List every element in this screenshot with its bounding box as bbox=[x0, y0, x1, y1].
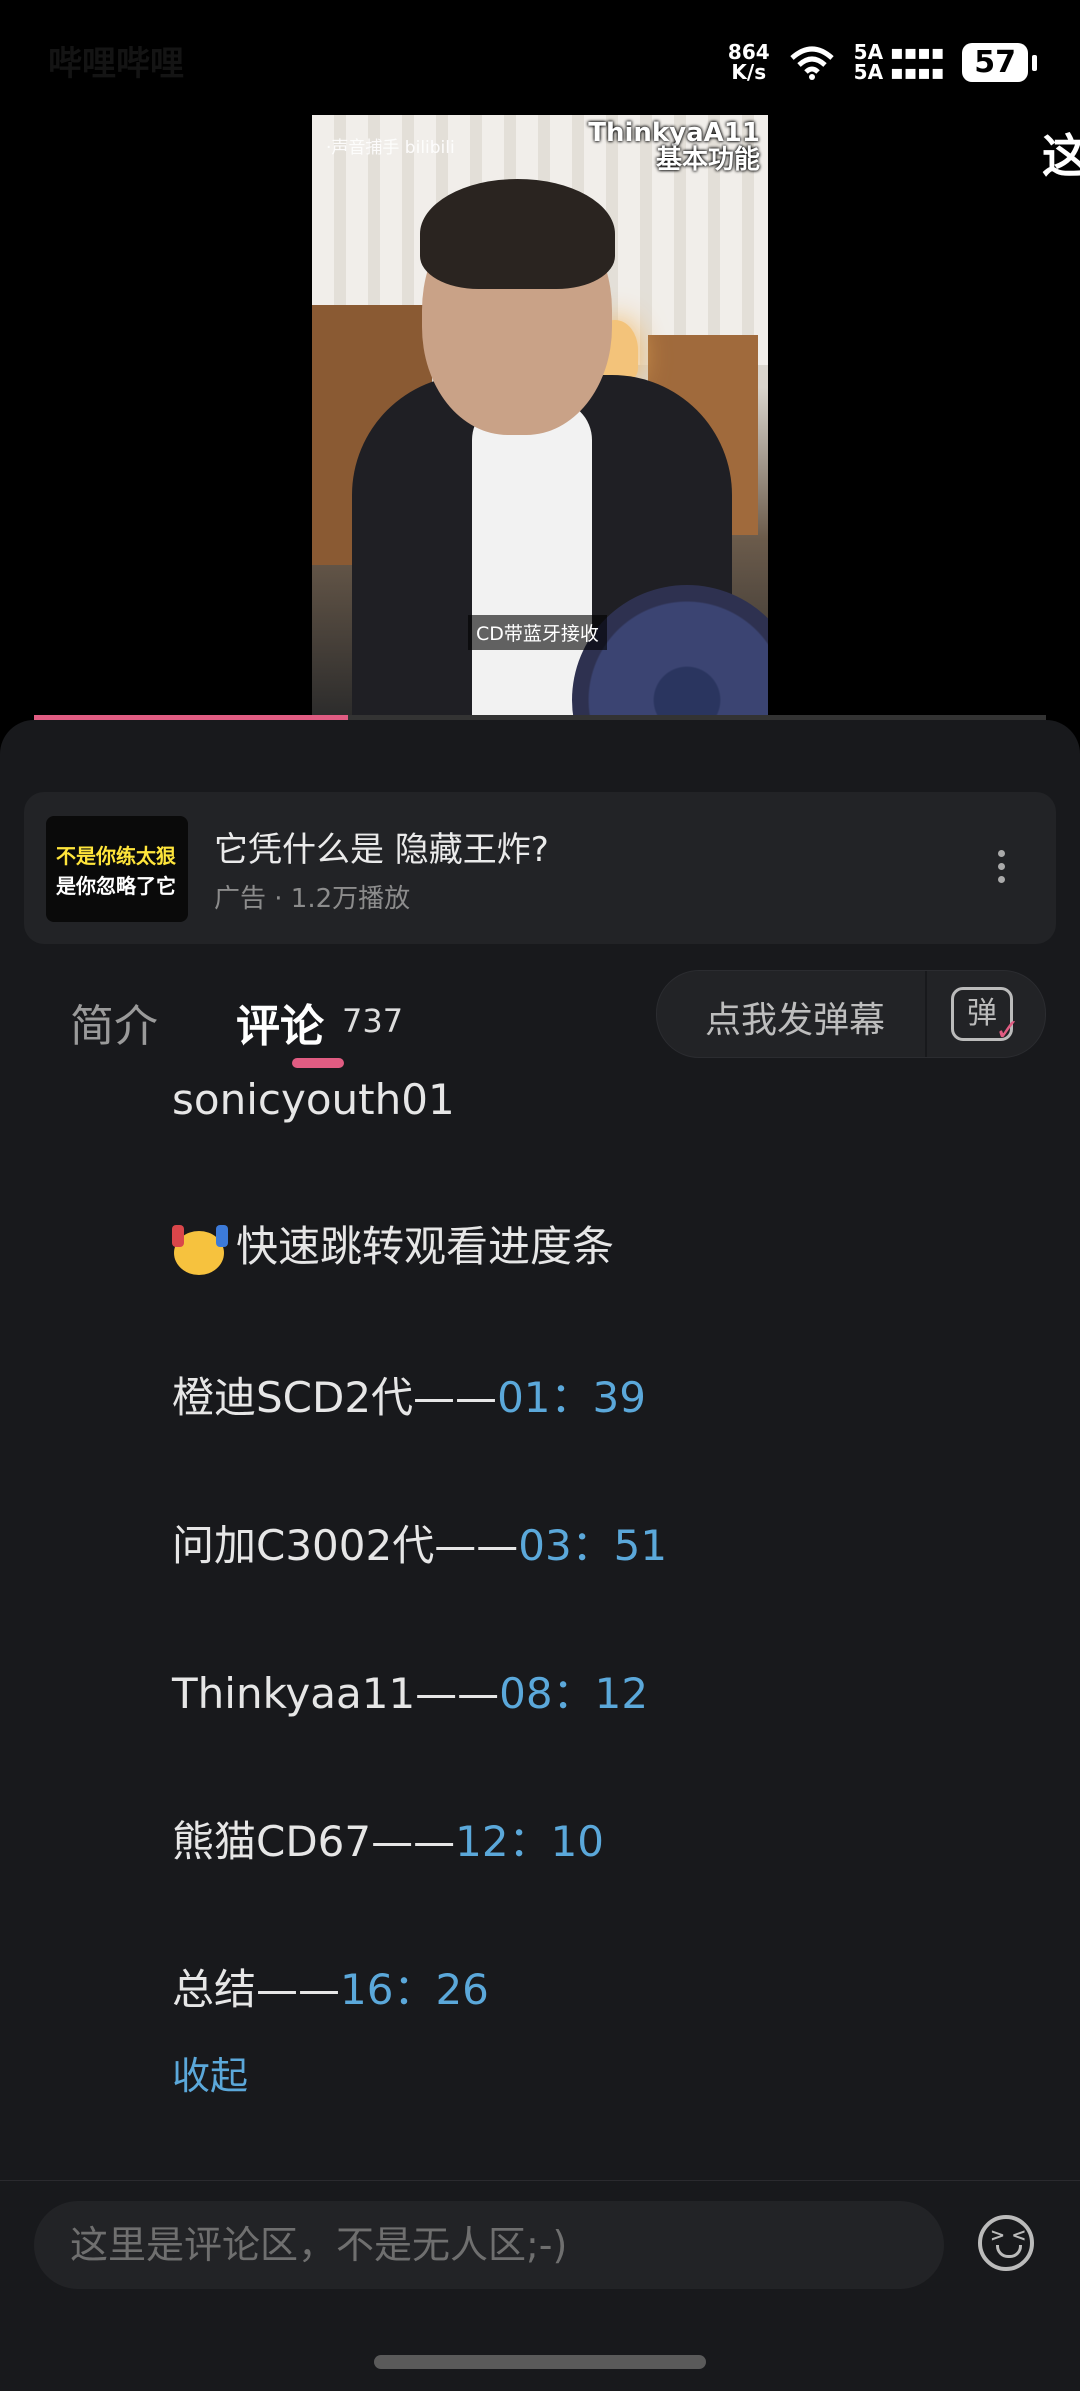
comment-header-line: 快速跳转观看进度条 bbox=[172, 1222, 1032, 1275]
timestamp-link[interactable]: 12：10 bbox=[455, 1817, 604, 1866]
timestamp-link[interactable]: 01：39 bbox=[497, 1373, 646, 1422]
timestamp-link[interactable]: 03：51 bbox=[518, 1521, 667, 1570]
ad-title: 它凭什么是 隐藏王炸? bbox=[214, 830, 549, 870]
timestamp-link[interactable]: 08：12 bbox=[499, 1669, 648, 1718]
shocked-emoji-icon bbox=[172, 1224, 230, 1275]
battery-icon: 57 bbox=[962, 42, 1037, 82]
comment-body: sonicyouth01 快速跳转观看进度条 橙迪SCD2代——01：39 问加… bbox=[172, 1075, 1032, 2100]
emoji-icon[interactable] bbox=[978, 2215, 1034, 2271]
video-subtitle: CD带蓝牙接收 bbox=[468, 615, 607, 650]
comment-timestamp-line: 橙迪SCD2代——01：39 bbox=[172, 1372, 646, 1422]
home-indicator[interactable] bbox=[374, 2355, 706, 2369]
comment-timestamp-line: 总结——16：26 bbox=[172, 1964, 489, 2014]
tab-bar: 简介 评论 737 点我发弹幕 弹 ✓ bbox=[0, 970, 1080, 1080]
comment-timestamp-line: 熊猫CD67——12：10 bbox=[172, 1816, 605, 1866]
video-overlay-title: ThinkyaA11 基本功能 bbox=[588, 118, 760, 175]
comment-username[interactable]: sonicyouth01 bbox=[172, 1075, 1032, 1124]
status-icons: 864 K/s 5A ▪▪▪▪ 5A ▪▪▪▪ 57 bbox=[727, 40, 1037, 84]
video-person-hair bbox=[420, 179, 615, 289]
danmaku-toggle-icon[interactable]: 弹 ✓ bbox=[951, 987, 1020, 1046]
video-player[interactable]: ·声音捕手 bilibili ThinkyaA11 基本功能 CD带蓝牙接收 bbox=[312, 115, 768, 720]
timestamp-link[interactable]: 16：26 bbox=[340, 1965, 489, 2014]
comment-timestamp-line: Thinkyaa11——08：12 bbox=[172, 1668, 649, 1718]
tab-comments[interactable]: 评论 bbox=[236, 990, 324, 1054]
ad-meta: 广告 · 1.2万播放 bbox=[214, 884, 411, 914]
ad-thumbnail: 不是你练太狠 是你忽略了它 bbox=[46, 816, 188, 922]
more-vertical-icon[interactable] bbox=[998, 850, 1006, 889]
danmaku-divider bbox=[925, 971, 927, 1057]
danmaku-placeholder: 点我发弹幕 bbox=[705, 1000, 886, 1041]
tab-intro[interactable]: 简介 bbox=[70, 990, 158, 1054]
ad-card[interactable]: 不是你练太狠 是你忽略了它 它凭什么是 隐藏王炸? 广告 · 1.2万播放 bbox=[24, 792, 1056, 944]
collapse-link[interactable]: 收起 bbox=[172, 2045, 1032, 2100]
danmaku-input[interactable]: 点我发弹幕 弹 ✓ bbox=[656, 970, 1046, 1058]
comment-count: 737 bbox=[342, 1002, 404, 1040]
detail-panel: 不是你练太狠 是你忽略了它 它凭什么是 隐藏王炸? 广告 · 1.2万播放 简介… bbox=[0, 720, 1080, 2391]
wifi-icon bbox=[789, 46, 834, 80]
check-icon: ✓ bbox=[994, 1013, 1020, 1048]
side-overlay-text: 这 bbox=[1042, 129, 1080, 183]
tab-active-indicator bbox=[292, 1058, 344, 1068]
video-person-shirt bbox=[472, 400, 592, 720]
video-watermark: ·声音捕手 bilibili bbox=[326, 138, 455, 158]
comment-input[interactable]: 这里是评论区，不是无人区;-) bbox=[34, 2201, 944, 2289]
cell-signal: 5A ▪▪▪▪ 5A ▪▪▪▪ bbox=[853, 40, 945, 84]
status-bar: 哔哩哔哩 864 K/s 5A ▪▪▪▪ 5A ▪▪▪▪ 57 bbox=[0, 0, 1080, 110]
comment-timestamp-line: 问加C3002代——03：51 bbox=[172, 1520, 668, 1570]
status-app-label: 哔哩哔哩 bbox=[48, 44, 184, 84]
net-speed: 864 K/s bbox=[727, 40, 770, 84]
